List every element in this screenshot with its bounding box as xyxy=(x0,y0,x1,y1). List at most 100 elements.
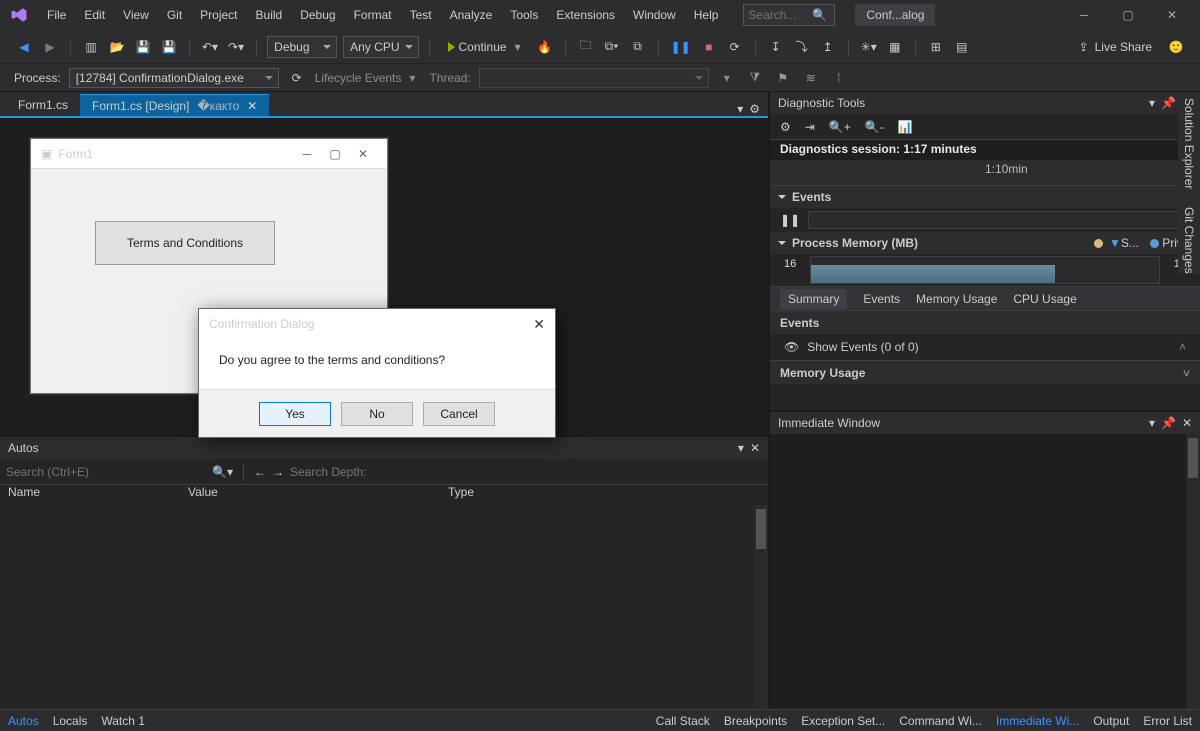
msgbox-cancel-button[interactable]: Cancel xyxy=(423,402,495,426)
quick-search-input[interactable] xyxy=(748,8,812,22)
git-changes-tab[interactable]: Git Changes xyxy=(1182,207,1196,274)
solution-explorer-tab[interactable]: Solution Explorer xyxy=(1182,98,1196,189)
step-out-icon[interactable]: ↥ xyxy=(818,36,838,58)
close-panel-icon[interactable]: ✕ xyxy=(750,441,760,455)
search-icon[interactable]: 🔍▾ xyxy=(212,465,233,479)
diag-tab-memory[interactable]: Memory Usage xyxy=(916,292,997,306)
status-errorlist[interactable]: Error List xyxy=(1143,714,1192,728)
menu-help[interactable]: Help xyxy=(685,4,728,26)
menu-git[interactable]: Git xyxy=(158,4,191,26)
memory-chart[interactable] xyxy=(810,256,1160,284)
restart-button[interactable]: ⟳ xyxy=(725,36,745,58)
status-immediate[interactable]: Immediate Wi... xyxy=(996,714,1079,728)
col-name[interactable]: Name xyxy=(8,485,188,505)
panel-dropdown-icon[interactable]: ▾ xyxy=(1149,416,1155,430)
diag-export-icon[interactable]: ⇥ xyxy=(805,120,815,134)
panel-dropdown-icon[interactable]: ▾ xyxy=(1149,96,1155,110)
scrollbar[interactable] xyxy=(754,505,768,709)
save-icon[interactable]: 💾 xyxy=(133,36,153,58)
layout-icon[interactable]: ▤ xyxy=(952,36,972,58)
diag-tab-cpu[interactable]: CPU Usage xyxy=(1013,292,1076,306)
tab-form1-design[interactable]: Form1.cs [Design] �както ✕ xyxy=(80,94,269,116)
diag-tab-summary[interactable]: Summary xyxy=(780,289,847,309)
memory-section-header[interactable]: Process Memory (MB) ▼S... Priv... xyxy=(770,232,1200,254)
search-prev-icon[interactable]: ← xyxy=(254,465,266,479)
spark-icon[interactable]: ✳▾ xyxy=(859,36,879,58)
events-track[interactable] xyxy=(808,211,1190,229)
align-icon[interactable]: ⊞ xyxy=(926,36,946,58)
terms-and-conditions-button[interactable]: Terms and Conditions xyxy=(95,221,275,265)
menu-edit[interactable]: Edit xyxy=(75,4,114,26)
funnel-icon[interactable]: ⧩ xyxy=(745,67,765,89)
nav-forward-button[interactable]: ▶ xyxy=(40,36,60,58)
status-locals[interactable]: Locals xyxy=(53,714,88,728)
diag-chart-icon[interactable]: 📊 xyxy=(898,120,913,134)
redo-button[interactable]: ↷▾ xyxy=(226,36,246,58)
menu-debug[interactable]: Debug xyxy=(291,4,344,26)
summary-memory-header[interactable]: Memory Usage ˅ xyxy=(770,360,1200,384)
autos-search-input[interactable] xyxy=(6,465,206,479)
status-callstack[interactable]: Call Stack xyxy=(656,714,710,728)
stop-button[interactable]: ■ xyxy=(699,36,719,58)
menu-tools[interactable]: Tools xyxy=(501,4,547,26)
flag-icon[interactable]: ⚑ xyxy=(773,67,793,89)
show-events-row[interactable]: 👁 Show Events (0 of 0) ˄ xyxy=(770,334,1200,360)
step-into-icon[interactable]: ↧ xyxy=(766,36,786,58)
immediate-body[interactable] xyxy=(770,434,1200,709)
live-share-button[interactable]: ⇪Live Share xyxy=(1071,40,1160,54)
menu-analyze[interactable]: Analyze xyxy=(441,4,502,26)
window-close-button[interactable]: ✕ xyxy=(1150,0,1194,30)
menu-window[interactable]: Window xyxy=(624,4,685,26)
continue-button[interactable]: Continue▾ xyxy=(440,40,529,54)
events-section-header[interactable]: Events xyxy=(770,186,1200,208)
status-output[interactable]: Output xyxy=(1093,714,1129,728)
menu-file[interactable]: File xyxy=(38,4,75,26)
screenshot-icon[interactable]: ⧉ xyxy=(628,36,648,58)
close-icon[interactable]: ✕ xyxy=(1182,416,1192,430)
browse-icon[interactable]: 🗀 xyxy=(576,36,596,58)
zoom-out-icon[interactable]: 🔍- xyxy=(865,120,884,134)
config-combo[interactable]: Debug xyxy=(267,36,337,58)
col-value[interactable]: Value xyxy=(188,485,448,505)
msgbox-yes-button[interactable]: Yes xyxy=(259,402,331,426)
search-depth-input[interactable] xyxy=(290,465,400,479)
gear-icon[interactable]: ⚙ xyxy=(749,102,760,116)
menu-view[interactable]: View xyxy=(114,4,158,26)
pause-button[interactable]: ❚❚ xyxy=(669,36,693,58)
step-over-icon[interactable]: ⤵ xyxy=(792,36,812,58)
tab-dropdown-icon[interactable]: ▾ xyxy=(737,102,743,116)
feedback-icon[interactable]: 🙂 xyxy=(1166,36,1186,58)
status-watch1[interactable]: Watch 1 xyxy=(101,714,145,728)
platform-combo[interactable]: Any CPU xyxy=(343,36,418,58)
undo-button[interactable]: ↶▾ xyxy=(200,36,220,58)
thread-combo[interactable] xyxy=(479,68,709,88)
menu-format[interactable]: Format xyxy=(345,4,401,26)
winform-maximize-icon[interactable]: ▢ xyxy=(321,147,349,161)
pin-icon[interactable]: 📌 xyxy=(1161,96,1176,110)
msgbox-no-button[interactable]: No xyxy=(341,402,413,426)
summary-events-header[interactable]: Events xyxy=(770,310,1200,334)
save-all-icon[interactable]: 💾 xyxy=(159,36,179,58)
diag-tab-events[interactable]: Events xyxy=(863,292,900,306)
status-breakpoints[interactable]: Breakpoints xyxy=(724,714,787,728)
quick-search[interactable]: 🔍 xyxy=(743,4,835,26)
search-next-icon[interactable]: → xyxy=(272,465,284,479)
filter-icon[interactable]: ▾ xyxy=(717,67,737,89)
winform-close-icon[interactable]: ✕ xyxy=(349,147,377,161)
menu-extensions[interactable]: Extensions xyxy=(547,4,624,26)
open-icon[interactable]: 📂 xyxy=(107,36,127,58)
pin-icon[interactable]: 📌 xyxy=(1161,416,1176,430)
pin-icon[interactable]: �както xyxy=(197,99,239,113)
status-command[interactable]: Command Wi... xyxy=(899,714,982,728)
menu-project[interactable]: Project xyxy=(191,4,246,26)
grid-icon[interactable]: ▦ xyxy=(885,36,905,58)
diag-ruler[interactable]: 1:10min 1: xyxy=(770,160,1200,186)
diag-settings-icon[interactable]: ⚙ xyxy=(780,120,791,134)
process-combo[interactable]: [12784] ConfirmationDialog.exe xyxy=(69,68,279,88)
snapshot-icon[interactable]: ⧉▾ xyxy=(602,36,622,58)
winform-minimize-icon[interactable]: ─ xyxy=(293,147,321,161)
more-icon[interactable]: ⁞ xyxy=(829,67,849,89)
menu-build[interactable]: Build xyxy=(247,4,292,26)
window-restore-button[interactable]: ▢ xyxy=(1106,0,1150,30)
panel-dropdown-icon[interactable]: ▾ xyxy=(738,441,744,455)
